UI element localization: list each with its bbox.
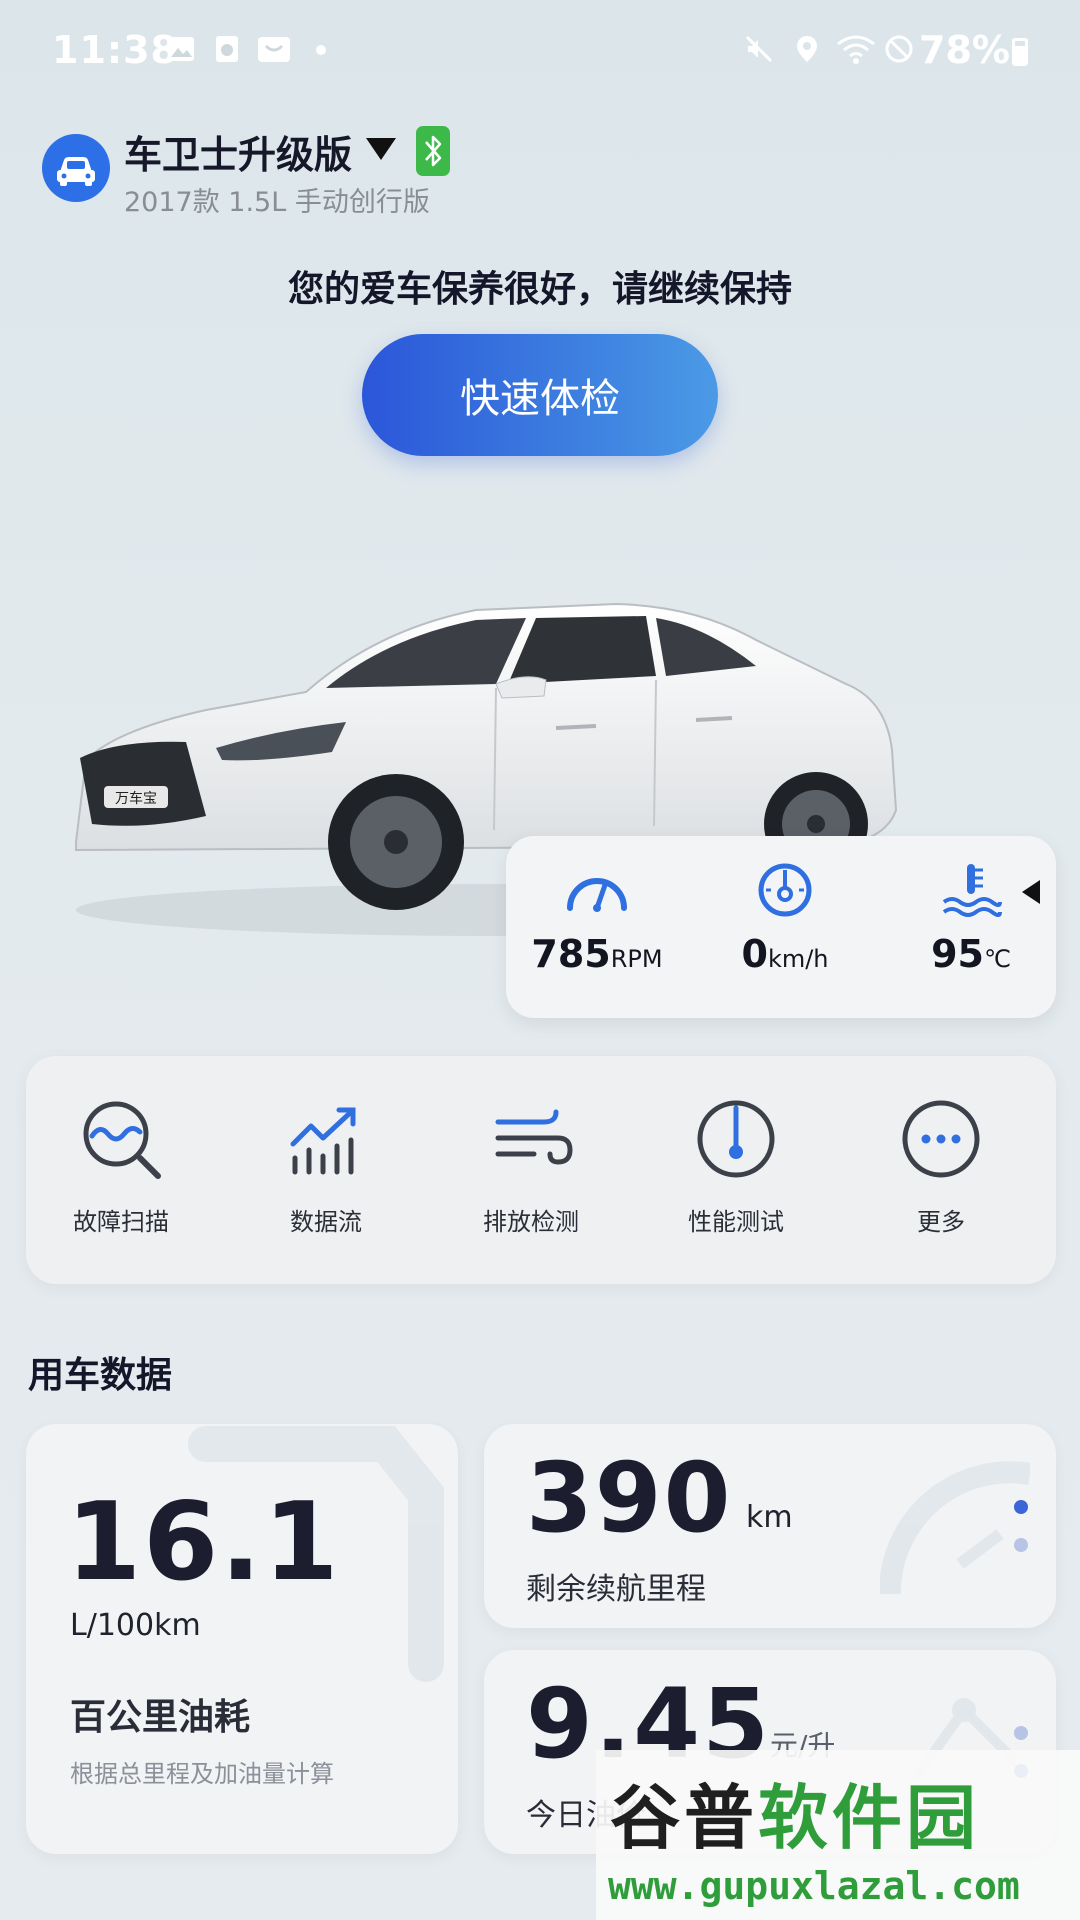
tools-card: 故障扫描 数据流 排放检测 性能测试 更多 [26, 1056, 1056, 1284]
remaining-range-label: 剩余续航里程 [526, 1572, 706, 1607]
fuel-consumption-card[interactable]: 16.1 L/100km 百公里油耗 根据总里程及加油量计算 [26, 1424, 458, 1854]
tool-emission[interactable]: 排放检测 [436, 1096, 626, 1237]
quick-check-button[interactable]: 快速体检 [362, 334, 718, 456]
location-icon [797, 36, 817, 62]
clock-app-icon [216, 36, 238, 62]
tool-label: 数据流 [290, 1208, 362, 1236]
battery-icon [1012, 38, 1028, 66]
rpm-value: 785 [531, 932, 611, 976]
tool-more[interactable]: 更多 [846, 1096, 1036, 1237]
speedometer-icon [758, 863, 812, 917]
remaining-range-unit: km [746, 1500, 793, 1535]
fuel-consumption-unit: L/100km [70, 1608, 201, 1643]
tool-data-stream[interactable]: 数据流 [231, 1096, 421, 1237]
health-message: 您的爱车保养很好，请继续保持 [287, 269, 792, 310]
coolant-unit: ℃ [983, 945, 1011, 973]
wifi-icon [837, 35, 875, 64]
watermark-url: www.gupuxlazal.com [608, 1864, 1020, 1908]
watermark: 谷普软件园 www.gupuxlazal.com [596, 1750, 1080, 1920]
emission-icon [495, 1109, 573, 1165]
notification-dot-icon [316, 45, 326, 55]
status-time: 11:38 [52, 28, 178, 72]
coolant-temperature-icon [942, 864, 1002, 917]
live-gauges-card[interactable]: 785RPM 0km/h 95℃ [506, 836, 1056, 1018]
tachometer-icon [567, 878, 627, 912]
gauge-bg-icon [880, 1461, 1030, 1595]
page-indicator [1014, 1500, 1030, 1576]
dropdown-icon[interactable] [366, 138, 396, 160]
more-icon [902, 1100, 980, 1178]
status-bar: 11:38 78% [0, 0, 1080, 104]
do-not-disturb-icon [885, 35, 913, 63]
tool-fault-scan[interactable]: 故障扫描 [26, 1096, 216, 1237]
tool-label: 性能测试 [688, 1208, 784, 1236]
gallery-icon [168, 37, 194, 61]
vehicle-model: 2017款 1.5L 手动创行版 [124, 187, 430, 218]
shopping-bag-icon [258, 37, 290, 62]
car-icon [57, 157, 95, 186]
car-plate-text: 万车宝 [115, 790, 157, 807]
tool-label: 更多 [917, 1208, 965, 1236]
watermark-green-text: 软件园 [758, 1777, 980, 1859]
speed-value: 0 [741, 932, 768, 976]
tool-label: 故障扫描 [73, 1208, 169, 1236]
vehicle-avatar[interactable] [42, 134, 110, 202]
performance-icon [697, 1100, 775, 1178]
vehicle-name[interactable]: 车卫士升级版 [124, 124, 352, 179]
section-title: 用车数据 [28, 1355, 173, 1396]
fuel-consumption-note: 根据总里程及加油量计算 [70, 1760, 334, 1788]
bluetooth-icon[interactable] [416, 126, 450, 176]
diagnostic-scan-icon [83, 1101, 161, 1179]
mute-icon [745, 35, 773, 63]
speed-gauge: 0km/h [710, 862, 860, 976]
tool-label: 排放检测 [483, 1208, 579, 1236]
rpm-gauge: 785RPM [522, 862, 672, 976]
fuel-consumption-value: 16.1 [66, 1480, 341, 1605]
tool-performance[interactable]: 性能测试 [641, 1096, 831, 1237]
remaining-range-card[interactable]: 390 km 剩余续航里程 [484, 1424, 1056, 1628]
watermark-black-text: 谷普 [610, 1777, 758, 1859]
battery-percent: 78% [919, 28, 1010, 72]
coolant-value: 95 [931, 932, 984, 976]
rpm-unit: RPM [610, 945, 663, 973]
collapse-arrow-icon[interactable] [1022, 880, 1040, 904]
speed-unit: km/h [767, 945, 829, 973]
fuel-consumption-title: 百公里油耗 [70, 1697, 251, 1738]
data-stream-icon [290, 1107, 356, 1175]
remaining-range-value: 390 [526, 1442, 733, 1554]
